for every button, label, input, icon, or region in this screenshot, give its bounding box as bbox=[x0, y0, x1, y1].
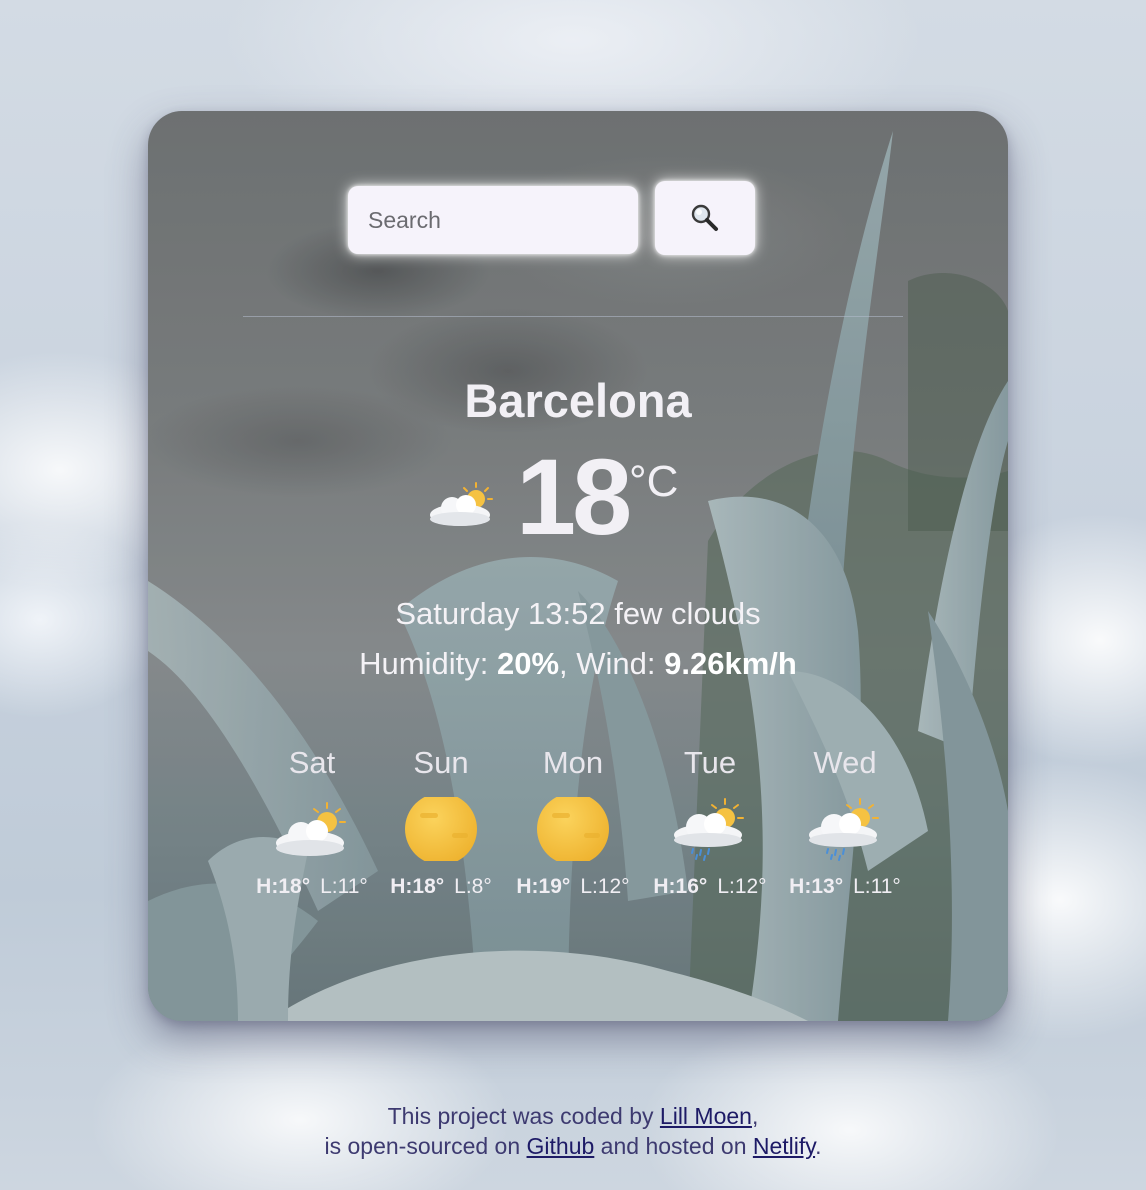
forecast-high: H:13° bbox=[789, 875, 844, 898]
divider bbox=[243, 316, 903, 317]
forecast-day-name: Tue bbox=[683, 745, 737, 780]
weather-card: Barcelona 18 °C Saturday 13:52 few cloud… bbox=[148, 111, 1008, 1021]
forecast-high: H:19° bbox=[516, 875, 571, 898]
humidity-value: 20% bbox=[496, 646, 560, 681]
forecast-day-name: Sun bbox=[413, 745, 469, 780]
forecast-day: Wed H:13° L:11° bbox=[775, 743, 915, 899]
forecast-temps: H:19° L:12° bbox=[503, 875, 643, 899]
forecast-day-name: Mon bbox=[542, 745, 604, 780]
weather-description: Saturday 13:52 few clouds bbox=[395, 596, 761, 631]
forecast-low: L:11° bbox=[320, 875, 368, 898]
netlify-link[interactable]: Netlify bbox=[753, 1133, 815, 1159]
footer-text: is open-sourced on bbox=[324, 1133, 527, 1159]
search-input[interactable] bbox=[348, 186, 638, 254]
temperature-unit[interactable]: °C bbox=[629, 457, 678, 507]
forecast-day: Mon H:19° L:12° bbox=[503, 743, 643, 899]
forecast-temps: H:16° L:12° bbox=[640, 875, 780, 899]
rain-cloud-sun-icon bbox=[674, 798, 744, 861]
city-name: Barcelona bbox=[464, 374, 692, 427]
wind-value: 9.26km/h bbox=[664, 646, 797, 681]
magnifier-icon bbox=[691, 204, 718, 231]
forecast-temps: H:18° L:8° bbox=[371, 875, 511, 899]
current-temperature: 18 bbox=[516, 436, 632, 557]
footer-line-1: This project was coded by Lill Moen, bbox=[0, 1101, 1146, 1131]
footer-text: and hosted on bbox=[594, 1133, 753, 1159]
footer: This project was coded by Lill Moen, is … bbox=[0, 1101, 1146, 1161]
forecast-day-name: Wed bbox=[813, 745, 877, 780]
forecast-day-name: Sat bbox=[288, 745, 336, 780]
forecast-day: Sat H:18° L:11° bbox=[242, 743, 382, 899]
sun-icon bbox=[405, 797, 477, 861]
footer-text: , bbox=[751, 1103, 759, 1129]
forecast-day: Tue H:16° L:12° bbox=[640, 743, 780, 899]
wind-label: , Wind: bbox=[559, 646, 656, 681]
humidity-label: Humidity: bbox=[359, 646, 489, 681]
github-link[interactable]: Github bbox=[527, 1133, 595, 1159]
forecast-high: H:18° bbox=[256, 875, 311, 898]
forecast-day: Sun H:18° L:8° bbox=[371, 743, 511, 899]
forecast-low: L:11° bbox=[853, 875, 901, 898]
partly-cloudy-icon bbox=[276, 802, 346, 856]
footer-line-2: is open-sourced on Github and hosted on … bbox=[0, 1131, 1146, 1161]
forecast-temps: H:18° L:11° bbox=[242, 875, 382, 899]
rain-cloud-sun-icon bbox=[809, 798, 879, 861]
footer-text: This project was coded by bbox=[387, 1103, 660, 1129]
sun-icon bbox=[537, 797, 609, 861]
forecast-high: H:18° bbox=[390, 875, 445, 898]
forecast-temps: H:13° L:11° bbox=[775, 875, 915, 899]
forecast-low: L:12° bbox=[580, 875, 630, 898]
current-weather: 18 °C bbox=[428, 437, 728, 561]
forecast-low: L:8° bbox=[454, 875, 492, 898]
forecast-high: H:16° bbox=[653, 875, 708, 898]
author-link[interactable]: Lill Moen bbox=[660, 1103, 752, 1129]
forecast-low: L:12° bbox=[717, 875, 767, 898]
weather-details: Humidity: 20%, Wind: 9.26km/h bbox=[148, 646, 1008, 682]
footer-text: . bbox=[815, 1133, 822, 1159]
partly-cloudy-icon bbox=[430, 482, 493, 526]
search-button[interactable] bbox=[655, 181, 755, 255]
forecast: Sat H:18° L:11° Sun H:18° L:8° Mon H:19°… bbox=[252, 743, 912, 933]
